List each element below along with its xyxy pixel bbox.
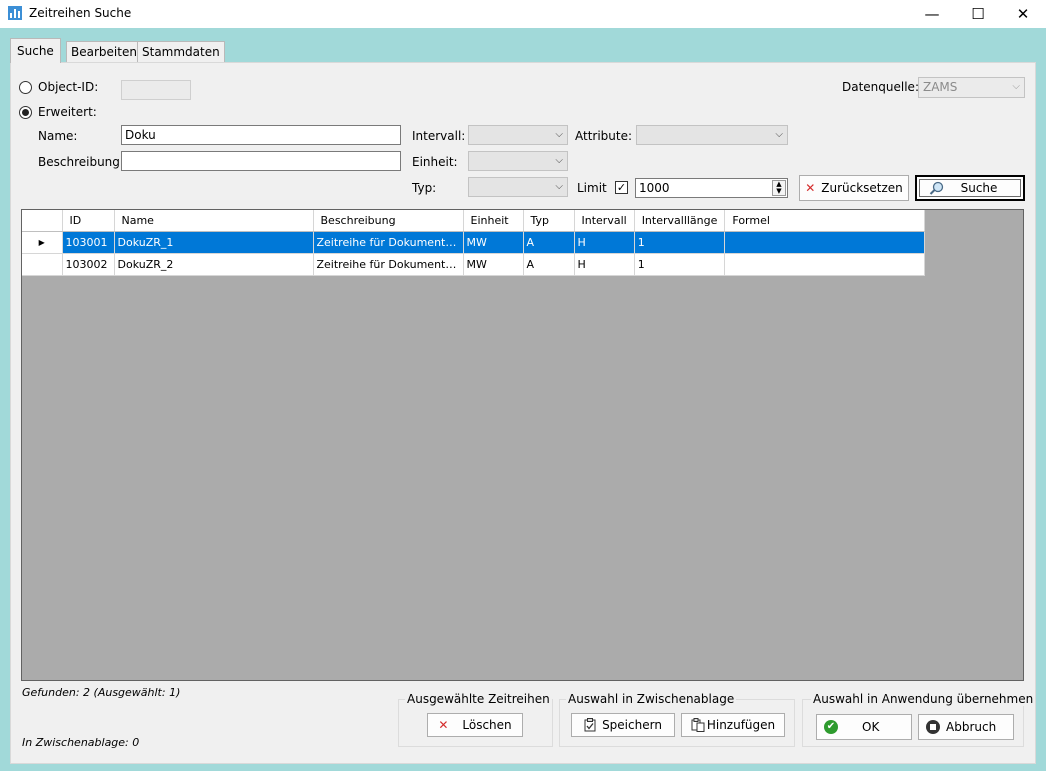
apply-group-title: Auswahl in Anwendung übernehmen <box>811 692 1036 706</box>
app-chart-icon <box>8 6 22 20</box>
tab-suche[interactable]: Suche <box>10 38 61 63</box>
object-id-label: Object-ID: <box>38 80 99 94</box>
clipboard-check-icon <box>584 718 596 732</box>
cell-intervalllaenge[interactable]: 1 <box>634 231 726 254</box>
x-icon: ✕ <box>805 181 816 195</box>
column-header-einheit[interactable]: Einheit <box>463 210 524 232</box>
column-header-beschreibung[interactable]: Beschreibung <box>313 210 464 232</box>
clipboard-copy-icon <box>691 718 705 732</box>
ok-button[interactable]: ✔ OK <box>816 714 912 740</box>
results-grid[interactable]: ID Name Beschreibung Einheit Typ Interva… <box>21 209 1024 681</box>
row-header[interactable] <box>22 253 63 276</box>
tab-bearbeiten-label: Bearbeiten <box>71 45 137 59</box>
cell-beschreibung[interactable]: Zeitreihe für Dokument… <box>313 253 464 276</box>
cell-typ[interactable]: A <box>523 231 575 254</box>
object-id-field[interactable] <box>121 80 191 100</box>
attribute-label: Attribute: <box>575 129 633 143</box>
selected-series-group-title: Ausgewählte Zeitreihen <box>405 692 552 706</box>
beschreibung-input[interactable] <box>121 151 401 171</box>
results-table: ID Name Beschreibung Einheit Typ Interva… <box>22 210 926 276</box>
magnifier-icon <box>929 181 943 195</box>
title-bar <box>0 0 1046 28</box>
tab-stammdaten[interactable]: Stammdaten <box>137 41 225 62</box>
cell-id[interactable]: 103002 <box>62 253 115 276</box>
datenquelle-select[interactable]: ZAMS ⌵ <box>918 77 1025 98</box>
column-header-id[interactable]: ID <box>62 210 115 232</box>
limit-checkbox[interactable]: ✓ <box>615 181 628 194</box>
column-header-intervall[interactable]: Intervall <box>574 210 635 232</box>
chevron-down-icon: ⌵ <box>775 129 783 140</box>
x-icon: ✕ <box>438 718 449 732</box>
cell-name[interactable]: DokuZR_1 <box>114 231 314 254</box>
cell-einheit[interactable]: MW <box>463 231 524 254</box>
tab-suche-label: Suche <box>17 44 54 58</box>
datenquelle-label: Datenquelle: <box>842 80 919 94</box>
cell-formel[interactable] <box>724 253 926 276</box>
maximize-button[interactable]: ☐ <box>955 0 1001 28</box>
found-count-status: Gefunden: 2 (Ausgewählt: 1) <box>22 686 181 699</box>
typ-select[interactable]: ⌵ <box>468 177 568 197</box>
column-header-name[interactable]: Name <box>114 210 314 232</box>
save-button[interactable]: Speichern <box>571 713 675 737</box>
einheit-label: Einheit: <box>412 155 458 169</box>
reset-button-label: Zurücksetzen <box>821 181 903 195</box>
datenquelle-value: ZAMS <box>923 80 958 94</box>
delete-button-label: Löschen <box>462 718 512 732</box>
chevron-down-icon: ⌵ <box>1012 81 1020 92</box>
cell-intervall[interactable]: H <box>574 253 635 276</box>
current-row-indicator-icon: ▶ <box>22 231 63 254</box>
column-header-intervalllaenge[interactable]: Intervalllänge <box>634 210 726 232</box>
erweitert-radio[interactable] <box>19 106 32 119</box>
cell-formel[interactable] <box>724 231 926 254</box>
intervall-select[interactable]: ⌵ <box>468 125 568 145</box>
attribute-select[interactable]: ⌵ <box>636 125 788 145</box>
cancel-button-label: Abbruch <box>946 720 997 734</box>
chevron-down-icon: ⌵ <box>555 129 563 140</box>
ok-button-label: OK <box>862 720 880 734</box>
limit-input[interactable]: 1000 <box>635 178 788 198</box>
reset-button[interactable]: ✕ Zurücksetzen <box>799 175 909 201</box>
search-button-label: Suche <box>960 181 998 195</box>
beschreibung-label: Beschreibung: <box>38 155 124 169</box>
check-circle-icon: ✔ <box>824 720 838 734</box>
cell-einheit[interactable]: MW <box>463 253 524 276</box>
add-button-label: Hinzufügen <box>706 718 776 732</box>
table-row[interactable]: ▶ 103001 DokuZR_1 Zeitreihe für Dokument… <box>22 231 926 254</box>
clipboard-group-title: Auswahl in Zwischenablage <box>566 692 737 706</box>
column-header-formel[interactable]: Formel <box>724 210 926 232</box>
name-label: Name: <box>38 129 78 143</box>
add-button[interactable]: Hinzufügen <box>681 713 785 737</box>
limit-spinner[interactable]: ▲ ▼ <box>772 180 786 196</box>
cancel-button[interactable]: Abbruch <box>918 714 1014 740</box>
cell-intervalllaenge[interactable]: 1 <box>634 253 726 276</box>
stop-circle-icon <box>926 720 940 734</box>
chevron-down-icon: ⌵ <box>555 155 563 166</box>
chevron-down-icon: ⌵ <box>555 181 563 192</box>
tab-bearbeiten[interactable]: Bearbeiten <box>66 41 142 62</box>
cell-typ[interactable]: A <box>523 253 575 276</box>
row-header-corner <box>22 210 63 232</box>
search-button[interactable]: Suche <box>915 175 1025 201</box>
close-button[interactable]: ✕ <box>1000 0 1046 28</box>
cell-id[interactable]: 103001 <box>62 231 115 254</box>
delete-button[interactable]: ✕ Löschen <box>427 713 523 737</box>
window-title: Zeitreihen Suche <box>29 6 132 20</box>
table-header-row: ID Name Beschreibung Einheit Typ Interva… <box>22 210 926 232</box>
save-button-label: Speichern <box>602 718 662 732</box>
intervall-label: Intervall: <box>412 129 466 143</box>
minimize-button[interactable]: — <box>909 0 955 28</box>
limit-label: Limit <box>577 181 607 195</box>
erweitert-label: Erweitert: <box>38 105 97 119</box>
object-id-radio[interactable] <box>19 81 32 94</box>
tab-stammdaten-label: Stammdaten <box>142 45 220 59</box>
cell-intervall[interactable]: H <box>574 231 635 254</box>
einheit-select[interactable]: ⌵ <box>468 151 568 171</box>
cell-name[interactable]: DokuZR_2 <box>114 253 314 276</box>
table-row[interactable]: 103002 DokuZR_2 Zeitreihe für Dokument… … <box>22 253 926 276</box>
name-input[interactable]: Doku <box>121 125 401 145</box>
column-header-typ[interactable]: Typ <box>523 210 575 232</box>
typ-label: Typ: <box>412 181 437 195</box>
cell-beschreibung[interactable]: Zeitreihe für Dokument… <box>313 231 464 254</box>
clipboard-count-status: In Zwischenablage: 0 <box>22 736 140 749</box>
